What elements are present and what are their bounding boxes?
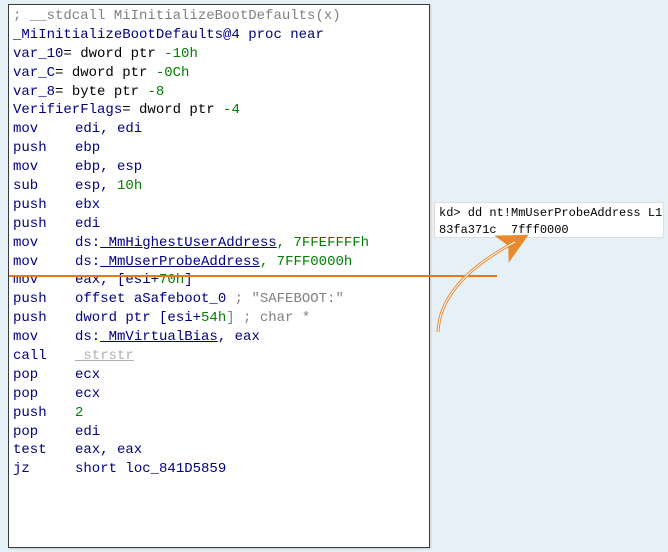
instr-line: movds:_MmVirtualBias, eax <box>13 328 425 347</box>
instr-line: push2 <box>13 404 425 423</box>
highlight-underline <box>9 275 497 277</box>
instr-line: jzshort loc_841D5859 <box>13 460 425 479</box>
instr-line: subesp, 10h <box>13 177 425 196</box>
instr-line: pushdword ptr [esi+54h] ; char * <box>13 309 425 328</box>
instr-line: call_strstr <box>13 347 425 366</box>
instr-line: movds:_MmHighestUserAddress, 7FFEFFFFh <box>13 234 425 253</box>
instr-line: movebp, esp <box>13 158 425 177</box>
var-decl: var_8= byte ptr -8 <box>13 83 425 102</box>
var-decl: var_10= dword ptr -10h <box>13 45 425 64</box>
instr-line: pushoffset aSafeboot_0 ; "SAFEBOOT:" <box>13 290 425 309</box>
callout-line1: kd> dd nt!MmUserProbeAddress L1 <box>439 206 662 220</box>
instr-line: popecx <box>13 366 425 385</box>
instr-line: popedi <box>13 423 425 442</box>
callout-line2: 83fa371c 7fff0000 <box>439 223 569 237</box>
instr-line: movedi, edi <box>13 120 425 139</box>
comment-line: ; __stdcall MiInitializeBootDefaults(x) <box>13 7 425 26</box>
proc-decl: _MiInitializeBootDefaults@4 proc near <box>13 26 425 45</box>
instr-line: pushedi <box>13 215 425 234</box>
instr-line: pushebx <box>13 196 425 215</box>
instr-line: testeax, eax <box>13 441 425 460</box>
instr-line: pushebp <box>13 139 425 158</box>
instr-line: popecx <box>13 385 425 404</box>
callout-arrow-icon <box>430 232 570 352</box>
var-decl: VerifierFlags= dword ptr -4 <box>13 101 425 120</box>
instr-line-highlight: movds:_MmUserProbeAddress, 7FFF0000h <box>13 253 425 272</box>
var-decl: var_C= dword ptr -0Ch <box>13 64 425 83</box>
debugger-callout: kd> dd nt!MmUserProbeAddress L1 83fa371c… <box>434 202 664 238</box>
